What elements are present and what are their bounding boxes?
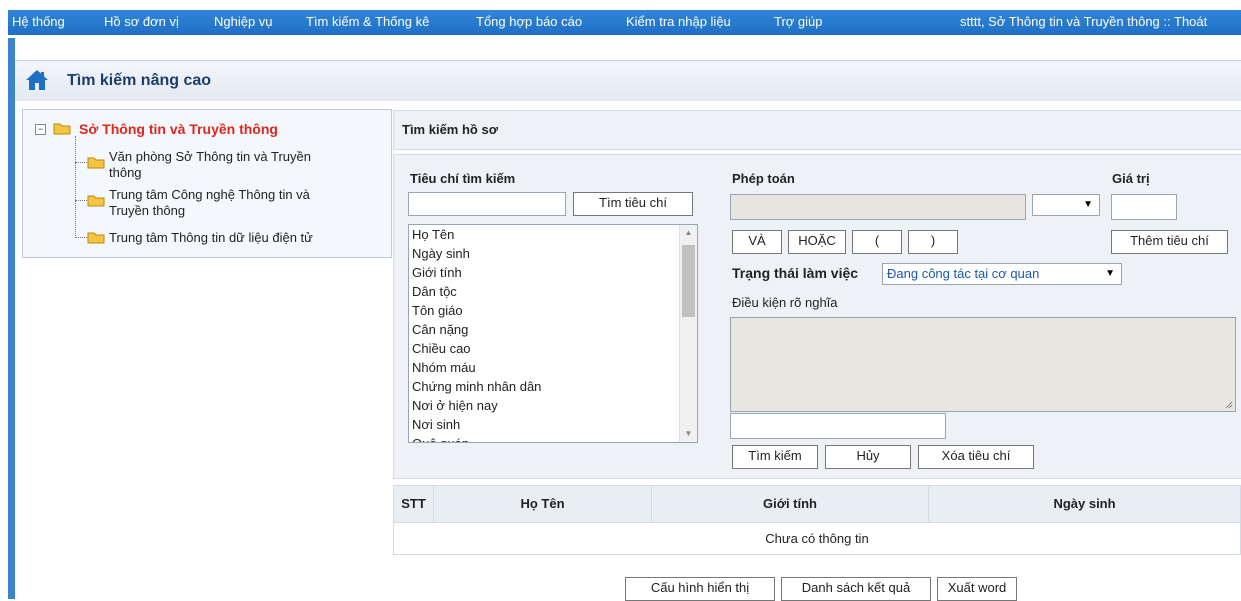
status-label: Trạng thái làm việc (732, 265, 859, 281)
search-button[interactable]: Tìm kiếm (732, 445, 818, 469)
menu-item-kiem-tra-nhap-lieu[interactable]: Kiểm tra nhập liệu (626, 14, 731, 29)
resize-grip-icon[interactable] (1225, 401, 1233, 409)
operator-select[interactable]: ▼ (1032, 194, 1100, 216)
value-label: Giá trị (1112, 171, 1150, 186)
and-button[interactable]: VÀ (732, 230, 782, 254)
folder-icon (87, 157, 105, 169)
chevron-down-icon: ▼ (1083, 199, 1093, 210)
list-item[interactable]: Chiều cao (412, 339, 471, 358)
close-paren-button[interactable]: ) (908, 230, 958, 254)
chevron-down-icon: ▼ (1105, 268, 1115, 279)
list-item[interactable]: Nơi sinh (412, 415, 460, 434)
result-list-button[interactable]: Danh sách kết quả (781, 577, 931, 601)
criteria-label: Tiêu chí tìm kiếm (410, 171, 516, 186)
criteria-listbox[interactable]: Họ Tên Ngày sinh Giới tính Dân tộc Tôn giáo C… (408, 224, 698, 443)
value-input[interactable] (1111, 194, 1177, 220)
add-criteria-button[interactable]: Thêm tiêu chí (1111, 230, 1228, 254)
user-info-logout[interactable]: stttt, Sở Thông tin và Truyền thông :: T… (960, 14, 1207, 29)
tree-item-trung-tam-du-lieu[interactable]: Trung tâm Thông tin dữ liệu điện tử (109, 230, 313, 246)
list-item[interactable]: Dân tộc (412, 282, 457, 301)
results-table-header: STT Họ Tên Giới tính Ngày sinh (393, 485, 1241, 523)
tree-root-label[interactable]: Sở Thông tin và Truyền thông (79, 121, 278, 137)
top-menu-bar: Hệ thống Hồ sơ đơn vị Nghiệp vụ Tìm kiếm… (0, 0, 1241, 38)
scroll-down-icon[interactable]: ▼ (680, 426, 697, 442)
menu-item-tim-kiem-thong-ke[interactable]: Tìm kiếm & Thống kê (306, 14, 429, 29)
or-button[interactable]: HOẶC (788, 230, 846, 254)
menu-item-nghiep-vu[interactable]: Nghiệp vụ (214, 14, 273, 29)
work-status-select[interactable]: Đang công tác tại cơ quan ▼ (882, 263, 1122, 285)
folder-icon (53, 123, 71, 135)
collapse-toggle-icon[interactable]: − (35, 124, 46, 135)
column-header-ngay-sinh[interactable]: Ngày sinh (929, 486, 1240, 522)
list-item[interactable]: Giới tính (412, 263, 462, 282)
criteria-search-input[interactable] (408, 192, 566, 216)
column-header-ho-ten[interactable]: Họ Tên (434, 486, 652, 522)
search-section-title: Tìm kiếm hồ sơ (402, 122, 498, 137)
tree-item-van-phong[interactable]: Văn phòng Sở Thông tin và Truyền thông (109, 149, 311, 181)
condition-label: Điều kiện rõ nghĩa (732, 295, 838, 310)
list-item[interactable]: Nơi ở hiện nay (412, 396, 498, 415)
menu-item-ho-so-don-vi[interactable]: Hồ sơ đơn vị (104, 14, 179, 29)
condition-textarea[interactable] (730, 317, 1236, 412)
table-row-empty: Chưa có thông tin (393, 523, 1241, 555)
list-item[interactable]: Chứng minh nhân dân (412, 377, 541, 396)
folder-icon (87, 195, 105, 207)
page-header: Tìm kiếm nâng cao (15, 60, 1241, 102)
clear-criteria-button[interactable]: Xóa tiêu chí (918, 445, 1034, 469)
column-header-gioi-tinh[interactable]: Giới tính (652, 486, 929, 522)
menu-item-tro-giup[interactable]: Trợ giúp (774, 14, 823, 29)
list-item[interactable]: Quê quán (412, 434, 469, 442)
find-criteria-button[interactable]: Tìm tiêu chí (573, 192, 693, 216)
config-display-button[interactable]: Cấu hình hiển thị (625, 577, 775, 601)
scroll-thumb[interactable] (682, 245, 695, 317)
list-item[interactable]: Nhóm máu (412, 358, 476, 377)
list-item[interactable]: Họ Tên (412, 225, 454, 244)
list-item[interactable]: Ngày sinh (412, 244, 470, 263)
operator-label: Phép toán (732, 171, 795, 186)
menu-strip: Hệ thống Hồ sơ đơn vị Nghiệp vụ Tìm kiếm… (8, 10, 1241, 35)
list-item[interactable]: Tôn giáo (412, 301, 463, 320)
org-tree: − Sở Thông tin và Truyền thông Văn phòng… (22, 109, 392, 258)
tree-item-trung-tam-cntt[interactable]: Trung tâm Công nghệ Thông tin và Truyền … (109, 187, 310, 219)
open-paren-button[interactable]: ( (852, 230, 902, 254)
list-item[interactable]: Cân nặng (412, 320, 468, 339)
export-word-button[interactable]: Xuất word (937, 577, 1017, 601)
cancel-button[interactable]: Hủy (825, 445, 911, 469)
menu-item-tong-hop-bao-cao[interactable]: Tổng hợp báo cáo (476, 14, 582, 29)
listbox-scrollbar[interactable]: ▲ ▼ (679, 225, 697, 442)
empty-results-message: Chưa có thông tin (765, 531, 869, 546)
home-icon[interactable] (25, 69, 49, 91)
expression-input[interactable] (730, 413, 946, 439)
column-header-stt[interactable]: STT (394, 486, 434, 522)
folder-icon (87, 232, 105, 244)
menu-item-he-thong[interactable]: Hệ thống (12, 14, 65, 29)
page-title: Tìm kiếm nâng cao (67, 72, 212, 89)
operator-input[interactable] (730, 194, 1026, 220)
search-section-header: Tìm kiếm hồ sơ (393, 110, 1241, 150)
scroll-up-icon[interactable]: ▲ (680, 225, 697, 241)
left-frame-border (8, 38, 15, 599)
